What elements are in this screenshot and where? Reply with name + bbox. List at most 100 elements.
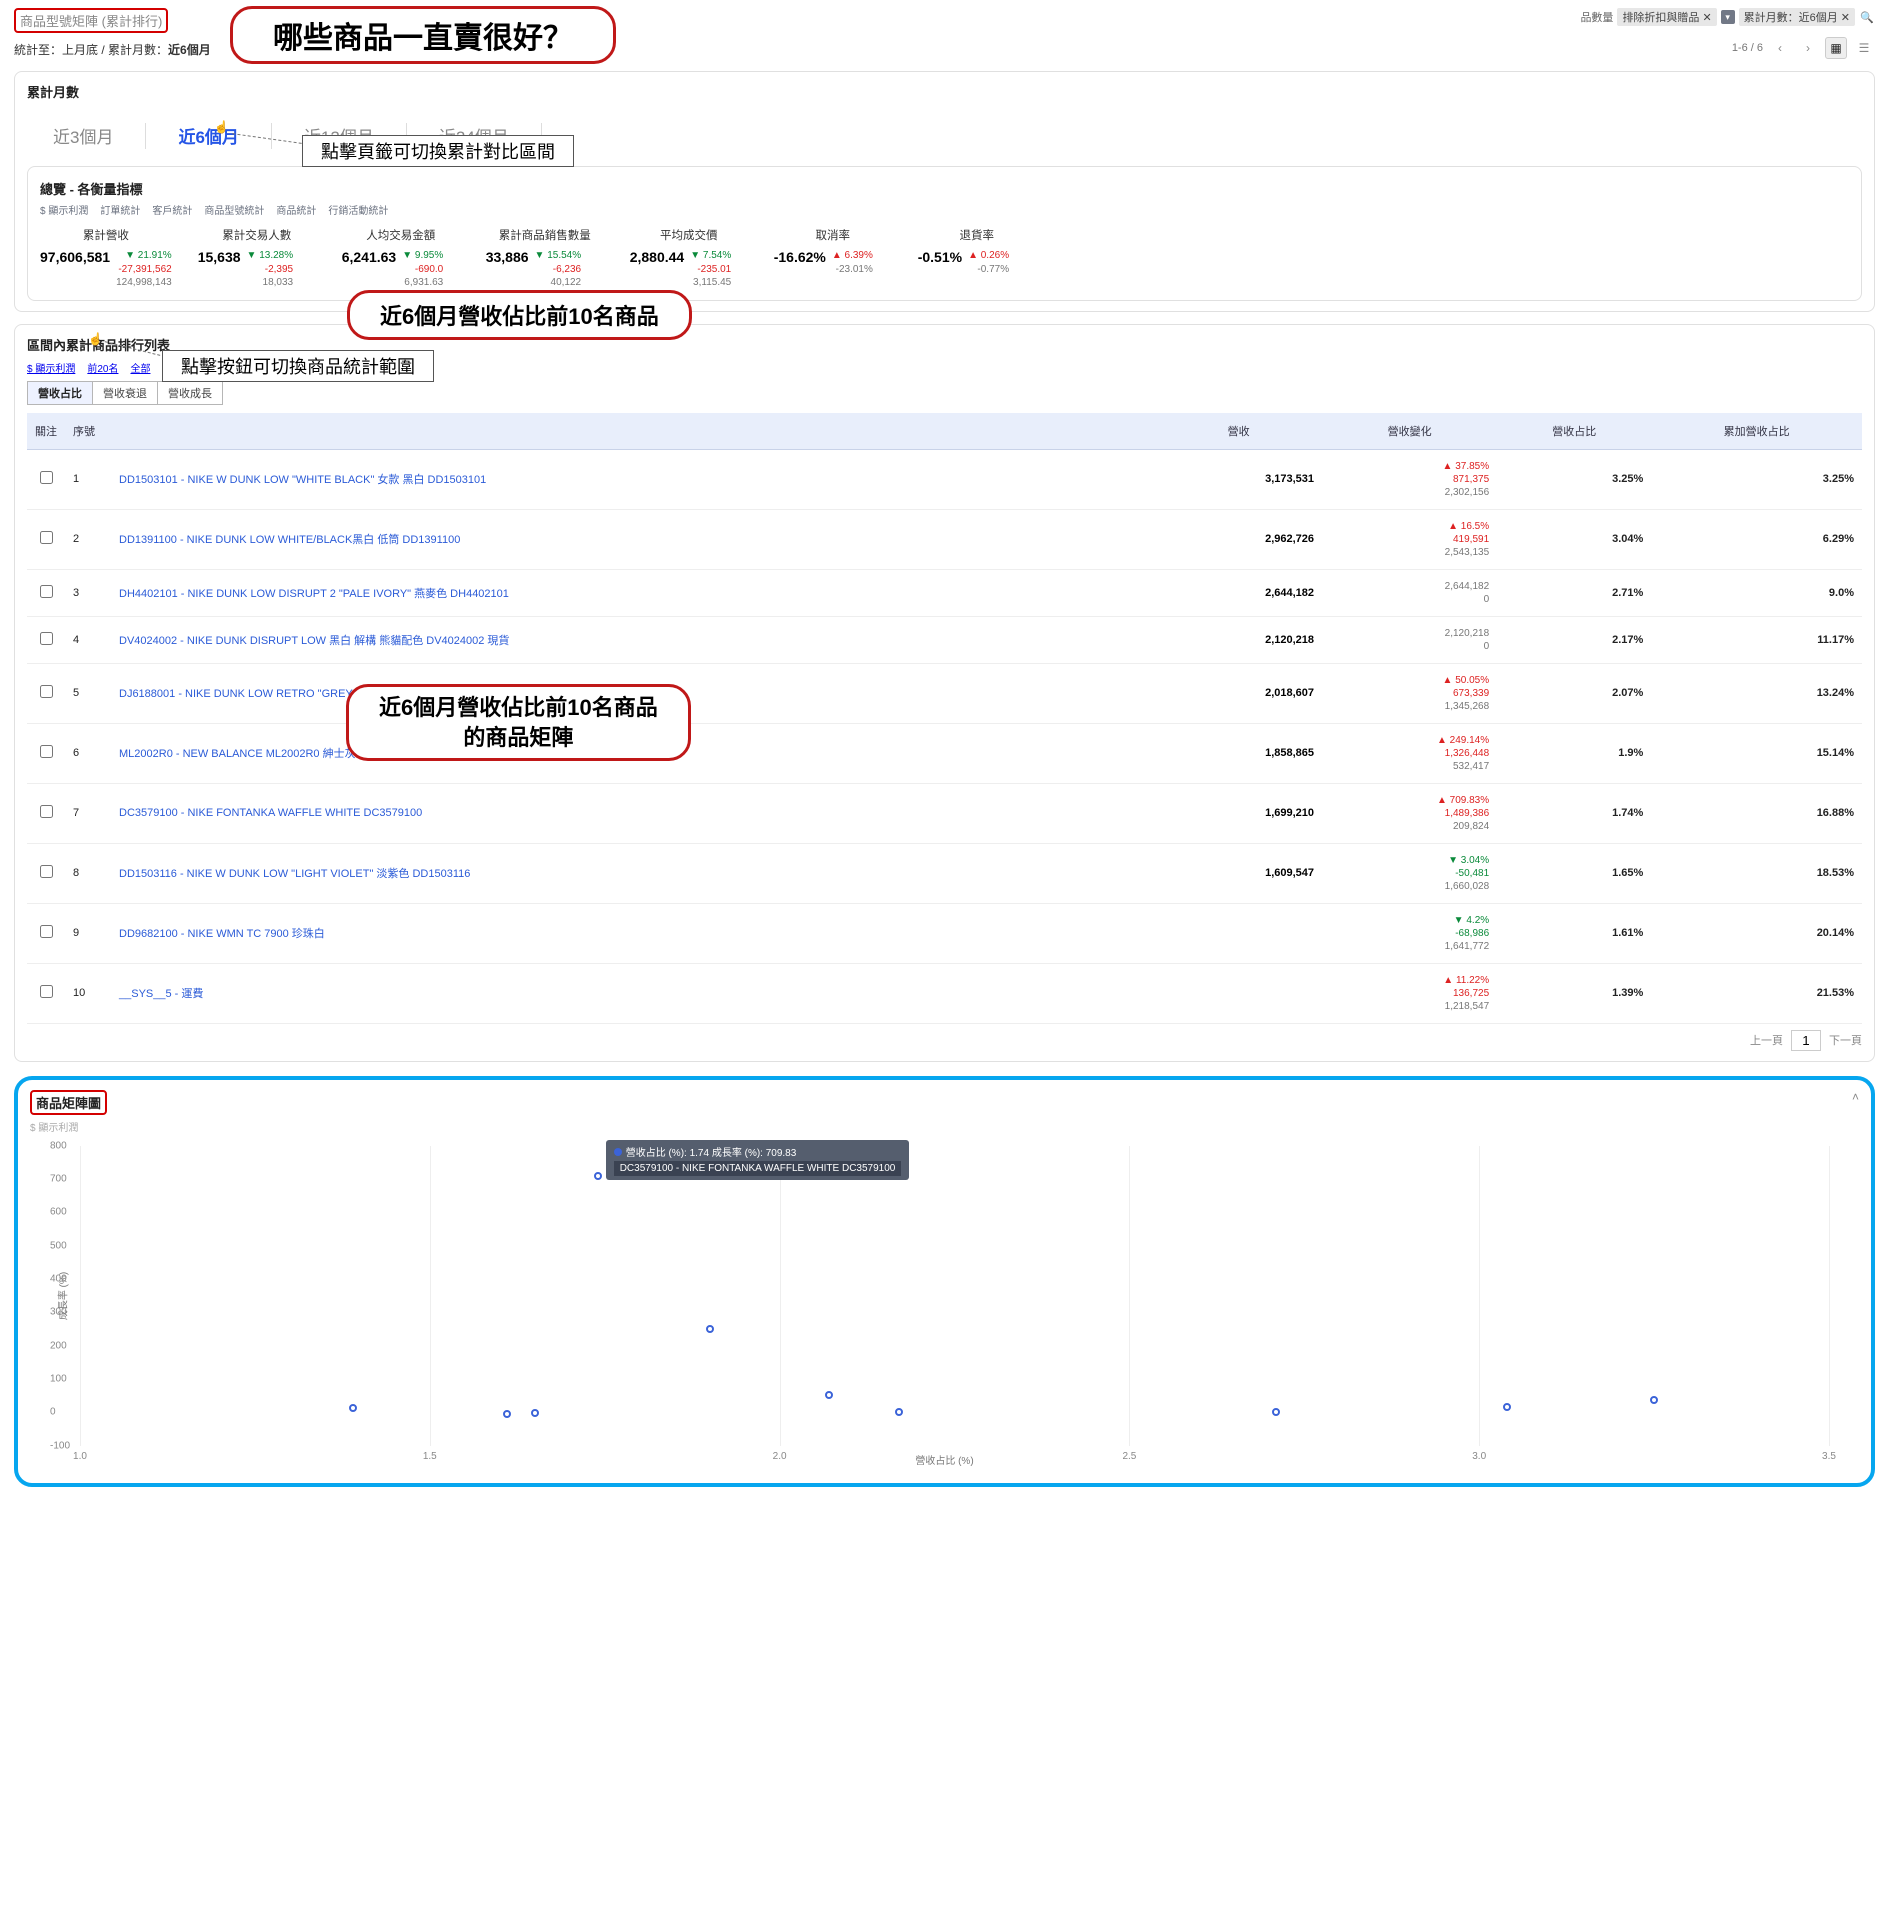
subtitle: 統計至：上月底 / 累計月數：近6個月 xyxy=(14,41,211,58)
ranking-tool[interactable]: 前20名 xyxy=(87,360,118,375)
ranking-tool[interactable]: $ 顯示利潤 xyxy=(27,360,75,375)
annotation-tab: 點擊頁籤可切換累計對比區間 xyxy=(302,135,574,167)
overview-metric: 取消率-16.62%▲ 6.39%-23.01% xyxy=(774,227,892,290)
search-icon[interactable]: 🔍 xyxy=(1859,9,1875,25)
overview-links: $ 顯示利潤訂單統計客戶統計商品型號統計商品統計行銷活動統計 xyxy=(40,202,1849,217)
table-row: 3DH4402101 - NIKE DUNK LOW DISRUPT 2 "PA… xyxy=(27,569,1862,616)
pager-prev[interactable]: ‹ xyxy=(1769,37,1791,59)
table-row: 7DC3579100 - NIKE FONTANKA WAFFLE WHITE … xyxy=(27,783,1862,843)
product-link[interactable]: DC3579100 - NIKE FONTANKA WAFFLE WHITE D… xyxy=(119,807,422,819)
tabs-card: 累計月數 近3個月 近6個月 近12個月 近24個月 總覽 - 各衡量指標 $ … xyxy=(14,71,1875,312)
col-header[interactable]: 關注 xyxy=(27,413,65,450)
annotation-middle: 近6個月營收佔比前10名商品 xyxy=(347,290,692,340)
product-link[interactable]: DD1391100 - NIKE DUNK LOW WHITE/BLACK黑白 … xyxy=(119,534,460,546)
tabs-title: 累計月數 xyxy=(27,82,1862,101)
overview-metric: 平均成交價2,880.44▼ 7.54%-235.013,115.45 xyxy=(630,227,748,290)
pager-page-input[interactable] xyxy=(1791,1030,1821,1051)
chart-point[interactable] xyxy=(895,1408,903,1416)
scatter-chart: 成長率 (%) 營收占比 (%): 1.74 成長率 (%): 709.83 D… xyxy=(80,1146,1829,1446)
col-header[interactable]: 營收 xyxy=(1155,413,1322,450)
ranking-seg: 營收占比營收衰退營收成長 xyxy=(27,381,1862,405)
seg-button[interactable]: 營收占比 xyxy=(27,381,93,405)
page-title: 商品型號矩陣 (累計排行) xyxy=(14,8,168,33)
product-link[interactable]: DH4402101 - NIKE DUNK LOW DISRUPT 2 "PAL… xyxy=(119,588,509,600)
annotation-bottom: 近6個月營收佔比前10名商品的商品矩陣 xyxy=(346,684,691,761)
chart-tooltip: 營收占比 (%): 1.74 成長率 (%): 709.83 DC3579100… xyxy=(606,1140,910,1180)
chart-point[interactable] xyxy=(349,1404,357,1412)
header-right: 品數量 排除折扣與贈品✕ ▾ 累計月數：近6個月✕ 🔍 xyxy=(1580,8,1875,26)
row-checkbox[interactable] xyxy=(40,632,53,645)
overview-metric: 人均交易金額6,241.63▼ 9.95%-690.06,931.63 xyxy=(342,227,460,290)
product-link[interactable]: DD9682100 - NIKE WMN TC 7900 珍珠白 xyxy=(119,928,325,940)
overview-link[interactable]: 商品統計 xyxy=(276,202,316,217)
scatter-title: 商品矩陣圖 xyxy=(30,1090,107,1115)
chart-point[interactable] xyxy=(1503,1403,1511,1411)
col-header[interactable]: 序號 xyxy=(65,413,111,450)
pager-next[interactable]: › xyxy=(1797,37,1819,59)
table-row: 4DV4024002 - NIKE DUNK DISRUPT LOW 黑白 解構… xyxy=(27,616,1862,663)
seg-button[interactable]: 營收成長 xyxy=(158,381,223,405)
overview-metric: 累計交易人數15,638▼ 13.28%-2,39518,033 xyxy=(198,227,316,290)
collapse-icon[interactable]: ˄ xyxy=(1852,1090,1859,1104)
table-row: 8DD1503116 - NIKE W DUNK LOW "LIGHT VIOL… xyxy=(27,843,1862,903)
overview-link[interactable]: 訂單統計 xyxy=(100,202,140,217)
product-link[interactable]: ML2002R0 - NEW BALANCE ML2002R0 紳士灰 xyxy=(119,748,356,760)
table-row: 5DJ6188001 - NIKE DUNK LOW RETRO "GREY W… xyxy=(27,663,1862,723)
pager-count: 1-6 / 6 xyxy=(1732,42,1763,54)
table-row: 9DD9682100 - NIKE WMN TC 7900 珍珠白▼ 4.2%-… xyxy=(27,903,1862,963)
col-header[interactable]: 營收占比 xyxy=(1497,413,1651,450)
col-header[interactable]: 營收變化 xyxy=(1322,413,1497,450)
row-checkbox[interactable] xyxy=(40,685,53,698)
chart-point[interactable] xyxy=(503,1410,511,1418)
chart-point[interactable] xyxy=(531,1409,539,1417)
x-axis-label: 營收占比 (%) xyxy=(30,1452,1859,1467)
row-checkbox[interactable] xyxy=(40,471,53,484)
row-checkbox[interactable] xyxy=(40,805,53,818)
filter-chip-discount[interactable]: 排除折扣與贈品✕ xyxy=(1617,8,1716,26)
close-icon[interactable]: ✕ xyxy=(1702,11,1711,24)
overview-title: 總覽 - 各衡量指標 xyxy=(40,179,1849,198)
view-grid[interactable]: ▦ xyxy=(1825,37,1847,59)
row-checkbox[interactable] xyxy=(40,531,53,544)
annotation-scope: 點擊按鈕可切換商品統計範圍 xyxy=(162,350,434,382)
row-checkbox[interactable] xyxy=(40,865,53,878)
chart-point[interactable] xyxy=(1272,1408,1280,1416)
overview-card: 總覽 - 各衡量指標 $ 顯示利潤訂單統計客戶統計商品型號統計商品統計行銷活動統… xyxy=(27,166,1862,301)
view-list[interactable]: ☰ xyxy=(1853,37,1875,59)
overview-link[interactable]: 客戶統計 xyxy=(152,202,192,217)
chart-point[interactable] xyxy=(594,1172,602,1180)
product-link[interactable]: DD1503101 - NIKE W DUNK LOW "WHITE BLACK… xyxy=(119,474,486,486)
filter-icon[interactable]: ▾ xyxy=(1721,10,1735,24)
product-link[interactable]: DD1503116 - NIKE W DUNK LOW "LIGHT VIOLE… xyxy=(119,868,470,880)
row-checkbox[interactable] xyxy=(40,985,53,998)
tab-3m[interactable]: 近3個月 xyxy=(31,117,135,154)
row-checkbox[interactable] xyxy=(40,925,53,938)
overview-link[interactable]: 行銷活動統計 xyxy=(328,202,388,217)
product-link[interactable]: __SYS__5 - 運費 xyxy=(119,988,203,1000)
chart-point[interactable] xyxy=(706,1325,714,1333)
col-header[interactable]: 累加營收占比 xyxy=(1651,413,1862,450)
pager-prev-label[interactable]: 上一頁 xyxy=(1750,1032,1783,1048)
overview-link[interactable]: $ 顯示利潤 xyxy=(40,202,88,217)
ranking-card: 區間內累計商品排行列表 $ 顯示利潤前20名全部 營收占比營收衰退營收成長 關注… xyxy=(14,324,1875,1062)
table-row: 10__SYS__5 - 運費▲ 11.22%136,7251,218,5471… xyxy=(27,963,1862,1023)
overview-metric: 退貨率-0.51%▲ 0.26%-0.77% xyxy=(918,227,1036,290)
filter-chip-months[interactable]: 累計月數：近6個月✕ xyxy=(1739,8,1855,26)
overview-row: 累計營收97,606,581▼ 21.91%-27,391,562124,998… xyxy=(40,227,1849,290)
table-row: 2DD1391100 - NIKE DUNK LOW WHITE/BLACK黑白… xyxy=(27,509,1862,569)
close-icon[interactable]: ✕ xyxy=(1841,11,1850,24)
ranking-table: 關注序號營收營收變化營收占比累加營收占比 1DD1503101 - NIKE W… xyxy=(27,413,1862,1024)
row-checkbox[interactable] xyxy=(40,585,53,598)
ranking-pager: 上一頁 下一頁 xyxy=(27,1030,1862,1051)
seg-button[interactable]: 營收衰退 xyxy=(93,381,158,405)
overview-metric: 累計商品銷售數量33,886▼ 15.54%-6,23640,122 xyxy=(486,227,604,290)
scatter-sublink[interactable]: $ 顯示利潤 xyxy=(30,1119,1859,1134)
chart-point[interactable] xyxy=(825,1391,833,1399)
col-header[interactable] xyxy=(111,413,1155,450)
chart-point[interactable] xyxy=(1650,1396,1658,1404)
overview-link[interactable]: 商品型號統計 xyxy=(204,202,264,217)
row-checkbox[interactable] xyxy=(40,745,53,758)
pager-next-label[interactable]: 下一頁 xyxy=(1829,1032,1862,1048)
product-link[interactable]: DV4024002 - NIKE DUNK DISRUPT LOW 黑白 解構 … xyxy=(119,635,509,647)
ranking-tool[interactable]: 全部 xyxy=(130,360,150,375)
